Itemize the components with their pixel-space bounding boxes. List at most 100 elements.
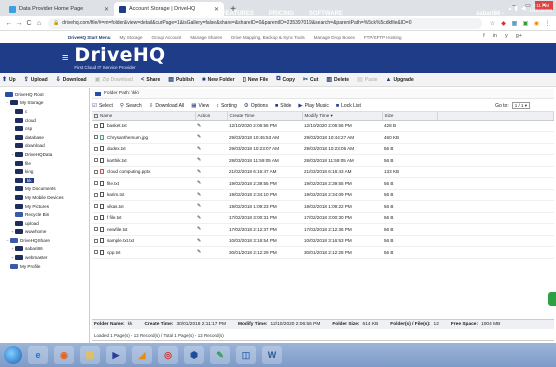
up-button[interactable]: ⬆ Up [2,76,16,84]
table-row[interactable]: Chrysanthemum.jpg ✎ 29/03/2018 10:45:53 AM… [92,131,554,144]
file-name[interactable]: cloud computing.pptx [107,169,150,174]
chrome-app[interactable]: ◎ [158,346,178,364]
top-link[interactable]: Manage Shares [190,35,222,40]
browser-tab[interactable]: Account Storage | DriveHQ ✕ [114,2,224,16]
firefox-app[interactable]: ◉ [54,346,74,364]
options-button[interactable]: ⚙ Options [244,103,268,109]
row-checkbox[interactable] [94,146,98,151]
file-name-cell[interactable]: sample.txt.txt [92,235,195,247]
edit-pencil-icon[interactable]: ✎ [197,180,201,186]
file-name[interactable]: file.txt [107,181,119,186]
tree-item-csp[interactable]: csp [0,124,89,133]
row-checkbox[interactable] [94,238,98,243]
table-row[interactable]: basket.txt ✎ 12/10/2020 2:06:56 PM 12/10/20… [92,120,554,132]
upgrade-button[interactable]: ▲ Upgrade [386,77,414,83]
row-checkbox[interactable] [94,192,98,197]
view-button[interactable]: ▦ View [191,103,209,109]
file-name[interactable]: karim.txt [107,192,124,197]
file-name-cell[interactable]: cloud computing.pptx [92,166,195,178]
file-name-cell[interactable]: Chrysanthemum.jpg [92,131,195,144]
volume-icon[interactable]: ◀ [521,5,526,12]
share-button[interactable]: < Share [141,77,160,83]
extension-icon[interactable]: ◆ [499,19,508,28]
tree-item-wwwhome[interactable]: + wwwhome [0,228,89,237]
tree-item-upload[interactable]: upload [0,219,89,228]
tree-item-drivehq-root[interactable]: DriveHQ Root [0,90,89,99]
home-icon[interactable]: ⌂ [34,20,44,27]
tree-item-drivehqshare[interactable]: − DriveHQShare [0,236,89,245]
edit-pencil-icon[interactable]: ✎ [197,226,201,232]
file-name-cell[interactable]: f file.txt [92,212,195,224]
download-all-button[interactable]: ⇩ Download All [149,103,185,109]
tree-item-king[interactable]: king [0,167,89,176]
explorer-app[interactable]: ▤ [80,346,100,364]
browser-tab[interactable]: Data Provider Home Page ✕ [4,2,114,16]
column-header-size[interactable]: Size [382,112,438,121]
tree-item-my-documents[interactable]: My Documents [0,185,89,194]
drivehq-logo[interactable]: DriveHQ First Cloud IT Service Provider [74,45,165,71]
file-name-cell[interactable]: karim.txt [92,189,195,201]
tray-arrow-icon[interactable]: ▴ [509,5,512,12]
top-link[interactable]: My Storage [120,35,143,40]
tree-item-sabari86[interactable]: + sabari86 [0,245,89,254]
forward-arrow-icon[interactable]: → [14,20,24,27]
new-file-button[interactable]: ▯ New File [243,76,269,84]
tree-item-database[interactable]: database [0,133,89,142]
column-header-name[interactable]: Name [92,112,196,121]
file-name[interactable]: basket.txt [107,123,127,128]
nav-features[interactable]: FEATURES [222,11,254,17]
edit-pencil-icon[interactable]: ✎ [197,146,201,152]
top-link[interactable]: Manage Drop Boxes [314,35,355,40]
tree-item-my-pictures[interactable]: My Pictures [0,202,89,211]
extension-icon[interactable]: ▦ [510,19,519,28]
column-header-create-time[interactable]: Create Time [227,112,303,121]
extension-icon[interactable]: ◉ [532,19,541,28]
column-header-action[interactable]: Action [195,112,228,121]
paint-app[interactable]: ✎ [210,346,230,364]
edit-pencil-icon[interactable]: ✎ [197,134,201,140]
select-button[interactable]: ☑ Select [92,103,113,109]
tree-item-webmaster[interactable]: + webmaster [0,253,89,262]
nav-software[interactable]: SOFTWARE [309,11,343,17]
table-row[interactable]: cpp.txt ✎ 30/01/2018 2:12:29 PM 30/01/2018 … [92,246,554,259]
table-row[interactable]: vikas.txt ✎ 19/02/2018 1:09:23 PM 19/02/201… [92,200,554,213]
new-folder-button[interactable]: ■ New Folder [202,77,235,83]
file-name-cell[interactable]: cpp.txt [92,246,195,259]
row-checkbox[interactable] [94,250,98,255]
tree-item-download[interactable]: download [0,142,89,151]
hamburger-menu-icon[interactable]: ≡ [62,52,68,64]
row-checkbox[interactable] [94,215,98,220]
file-name-cell[interactable]: vikas.txt [92,200,195,213]
file-name[interactable]: sample.txt.txt [107,238,134,243]
file-name[interactable]: karthik.txt [107,158,127,163]
tree-item-kk[interactable]: kk [0,176,89,185]
star-icon[interactable]: ☆ [488,19,497,28]
row-checkbox[interactable] [94,227,98,232]
reload-icon[interactable]: C [24,20,34,27]
file-name-cell[interactable]: newfile.txt [92,223,195,236]
cut-button[interactable]: ✂ Cut [303,76,318,84]
row-checkbox[interactable] [94,204,98,209]
network-icon[interactable]: ▮ [515,5,518,12]
user-menu[interactable]: sabari86 - [476,11,504,17]
search-button[interactable]: ⚲ Search [120,103,142,109]
tree-item-c[interactable]: c [0,107,89,116]
vlc-app[interactable]: ◢ [132,346,152,364]
ie-app[interactable]: e [28,346,48,364]
table-row[interactable]: newfile.txt ✎ 17/02/2018 2:12:37 PM 17/02/2… [92,223,554,236]
edit-pencil-icon[interactable]: ✎ [197,192,201,198]
tree-item-cloud[interactable]: cloud [0,116,89,125]
table-row[interactable]: karim.txt ✎ 19/02/2018 2:34:10 PM 19/02/201… [92,189,554,201]
zip-download-button[interactable]: ▣ Zip Download [95,76,133,84]
upload-button[interactable]: ⇪ Upload [24,76,48,84]
slide-button[interactable]: ■ Slide [275,103,291,109]
tree-item-my-mobile-devices[interactable]: My Mobile Devices [0,193,89,202]
tree-item-my-storage[interactable]: − My Storage [0,99,89,108]
table-row[interactable]: sample.txt.txt ✎ 10/02/2018 3:16:54 PM 10/0… [92,235,554,247]
tree-item-my-profile[interactable]: My Profile [0,262,89,271]
top-link[interactable]: FTP/SFTP Hosting [364,35,402,40]
file-name-cell[interactable]: basket.txt [92,120,195,132]
column-header-modify-time[interactable]: Modify Time ▾ [302,112,383,121]
row-checkbox[interactable] [94,135,98,140]
edit-pencil-icon[interactable]: ✎ [197,169,201,175]
